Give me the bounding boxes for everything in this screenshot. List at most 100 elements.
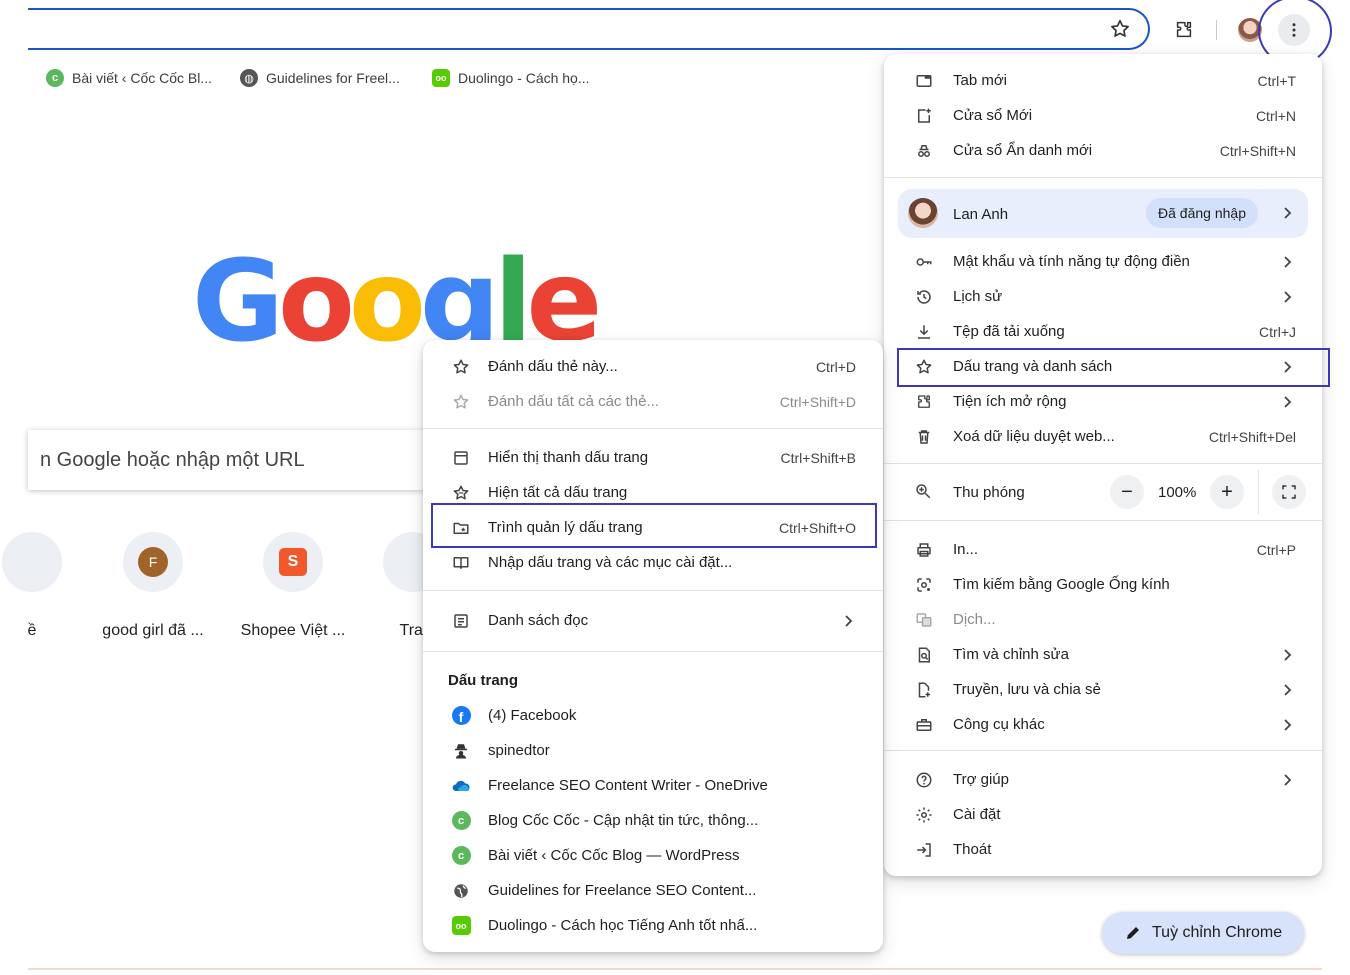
menu-item-label: Cửa sổ Ẩn danh mới	[953, 142, 1093, 159]
menu-item-label: In...	[953, 541, 979, 558]
menu-item-label: Đánh dấu thẻ này...	[488, 358, 618, 375]
menu-item-bookmark-this-tab[interactable]: Đánh dấu thẻ này... Ctrl+D	[423, 349, 883, 384]
shortcut-letter: F	[138, 547, 168, 577]
menu-item-cast-save-share[interactable]: Truyền, lưu và chia sẻ	[884, 672, 1322, 707]
menu-item-label: Thoát	[953, 841, 992, 858]
bookmarks-bar-item-label: Guidelines for Freel...	[266, 70, 400, 86]
customize-chrome-button[interactable]: Tuỳ chỉnh Chrome	[1102, 912, 1304, 954]
menu-item-exit[interactable]: Thoát	[884, 832, 1322, 867]
zoom-value: 100%	[1158, 484, 1197, 501]
menu-item-settings[interactable]: Cài đặt	[884, 797, 1322, 832]
menu-item-shortcut: Ctrl+T	[1257, 72, 1297, 89]
menu-separator	[884, 750, 1322, 751]
extensions-puzzle-icon[interactable]	[1168, 14, 1200, 46]
menu-item-history[interactable]: Lịch sử	[884, 279, 1322, 314]
shortcut-tile[interactable]: S Shopee Việt ...	[223, 532, 363, 640]
menu-item-passwords[interactable]: Mật khẩu và tính năng tự động điền	[884, 244, 1322, 279]
globe-icon	[451, 881, 471, 901]
menu-item-label: Hiện tất cả dấu trang	[488, 484, 628, 501]
menu-item-find-edit[interactable]: Tìm và chỉnh sửa	[884, 637, 1322, 672]
shortcut-label: Shopee Việt ...	[240, 622, 346, 639]
menu-item-shortcut: Ctrl+P	[1256, 541, 1296, 558]
logo-letter: G	[192, 237, 284, 367]
coccoc-icon: c	[451, 811, 471, 831]
bookmark-item[interactable]: Freelance SEO Content Writer - OneDrive	[423, 768, 883, 803]
zoom-out-button[interactable]: −	[1110, 475, 1144, 509]
duolingo-icon: oo	[451, 916, 471, 936]
chevron-right-icon	[1284, 773, 1292, 786]
menu-item-shortcut: Ctrl+Shift+B	[780, 449, 856, 466]
fullscreen-button[interactable]	[1272, 475, 1306, 509]
menu-item-translate[interactable]: Dịch...	[884, 602, 1322, 637]
menu-item-more-tools[interactable]: Công cụ khác	[884, 707, 1322, 742]
menu-group-help: Trợ giúp Cài đặt Thoát	[884, 762, 1322, 867]
menu-item-shortcut: Ctrl+Shift+D	[779, 393, 856, 410]
menu-item-label: Truyền, lưu và chia sẻ	[953, 681, 1101, 698]
submenu-group-bookmark-tabs: Đánh dấu thẻ này... Ctrl+D Đánh dấu tất …	[423, 349, 883, 419]
bookmark-item[interactable]: oo Duolingo - Cách học Tiếng Anh tốt nhấ…	[423, 908, 883, 943]
duolingo-icon: oo	[432, 69, 450, 87]
menu-item-extensions[interactable]: Tiện ích mở rộng	[884, 384, 1322, 419]
shortcut-icon	[2, 532, 62, 592]
menu-item-label: Tìm kiếm bằng Google Ống kính	[953, 576, 1170, 593]
bookmark-item[interactable]: c Blog Cốc Cốc - Cập nhật tin tức, thông…	[423, 803, 883, 838]
settings-icon	[914, 805, 934, 825]
menu-item-print[interactable]: In... Ctrl+P	[884, 532, 1322, 567]
chevron-right-icon	[1284, 207, 1292, 219]
menu-item-show-bookmarks-bar[interactable]: Hiển thị thanh dấu trang Ctrl+Shift+B	[423, 440, 883, 475]
profile-avatar	[908, 198, 938, 228]
menu-item-label: Mật khẩu và tính năng tự động điền	[953, 253, 1190, 270]
menu-item-label: Trợ giúp	[953, 771, 1009, 788]
menu-item-downloads[interactable]: Tệp đã tải xuống Ctrl+J	[884, 314, 1322, 349]
customize-chrome-label: Tuỳ chỉnh Chrome	[1152, 924, 1283, 941]
bookmark-label: Guidelines for Freelance SEO Content...	[488, 882, 757, 899]
star-multi-icon	[451, 392, 471, 412]
menu-item-new-window[interactable]: Cửa sổ Mới Ctrl+N	[884, 98, 1322, 133]
key-icon	[914, 252, 934, 272]
bookmarks-bar-item[interactable]: ◍ Guidelines for Freel...	[240, 66, 400, 90]
bookmark-item[interactable]: f (4) Facebook	[423, 698, 883, 733]
menu-item-new-incognito[interactable]: Cửa sổ Ẩn danh mới Ctrl+Shift+N	[884, 133, 1322, 168]
menu-item-clear-data[interactable]: Xoá dữ liệu duyệt web... Ctrl+Shift+Del	[884, 419, 1322, 454]
zoom-icon	[914, 482, 934, 502]
menu-item-new-tab[interactable]: Tab mới Ctrl+T	[884, 63, 1322, 98]
menu-item-label: Tìm và chỉnh sửa	[953, 646, 1069, 663]
bookmarks-menu-highlight	[897, 348, 1330, 387]
new-tab-icon	[914, 71, 934, 91]
menu-item-label: Hiển thị thanh dấu trang	[488, 449, 649, 466]
bookmarks-bar-item[interactable]: oo Duolingo - Cách họ...	[432, 66, 590, 90]
page-bottom-line	[28, 968, 1322, 970]
menu-item-reading-list[interactable]: Danh sách đọc	[423, 603, 883, 638]
chevron-right-icon	[1284, 648, 1292, 661]
menu-separator	[423, 428, 883, 429]
search-input[interactable]: n Google hoặc nhập một URL	[28, 430, 448, 490]
chevron-right-icon	[845, 614, 853, 627]
menu-item-google-lens[interactable]: Tìm kiếm bằng Google Ống kính	[884, 567, 1322, 602]
bookmark-item[interactable]: c Bài viết ‹ Cốc Cốc Blog — WordPress	[423, 838, 883, 873]
menu-separator	[884, 520, 1322, 521]
bookmark-star-icon[interactable]	[1104, 13, 1136, 45]
bookmark-label: (4) Facebook	[488, 707, 577, 724]
history-icon	[914, 287, 934, 307]
menu-item-help[interactable]: Trợ giúp	[884, 762, 1322, 797]
search-placeholder: n Google hoặc nhập một URL	[40, 448, 305, 471]
zoom-in-button[interactable]: +	[1210, 475, 1244, 509]
menu-item-label: Dịch...	[953, 611, 996, 628]
menu-item-label: Danh sách đọc	[488, 612, 589, 629]
bookmark-item[interactable]: Guidelines for Freelance SEO Content...	[423, 873, 883, 908]
shortcut-tile[interactable]: F good girl đã ...	[83, 532, 223, 640]
star-icon	[451, 357, 471, 377]
shortcut-label: good girl đã ...	[102, 622, 204, 639]
menu-item-import-bookmarks[interactable]: Nhập dấu trang và các mục cài đặt...	[423, 545, 883, 580]
address-bar[interactable]	[28, 8, 1150, 50]
lens-icon	[914, 575, 934, 595]
bookmarks-bar-item-label: Bài viết ‹ Cốc Cốc Bl...	[72, 70, 213, 86]
profile-name: Lan Anh	[953, 206, 1009, 223]
menu-item-bookmark-all-tabs[interactable]: Đánh dấu tất cả các thẻ... Ctrl+Shift+D	[423, 384, 883, 419]
menu-item-shortcut: Ctrl+N	[1255, 107, 1296, 124]
bookmarks-bar-item[interactable]: c Bài viết ‹ Cốc Cốc Bl...	[46, 66, 212, 90]
spy-icon	[451, 741, 471, 761]
stars-icon	[451, 483, 471, 503]
menu-item-shortcut: Ctrl+Shift+N	[1219, 142, 1296, 159]
bookmark-item[interactable]: spinedtor	[423, 733, 883, 768]
